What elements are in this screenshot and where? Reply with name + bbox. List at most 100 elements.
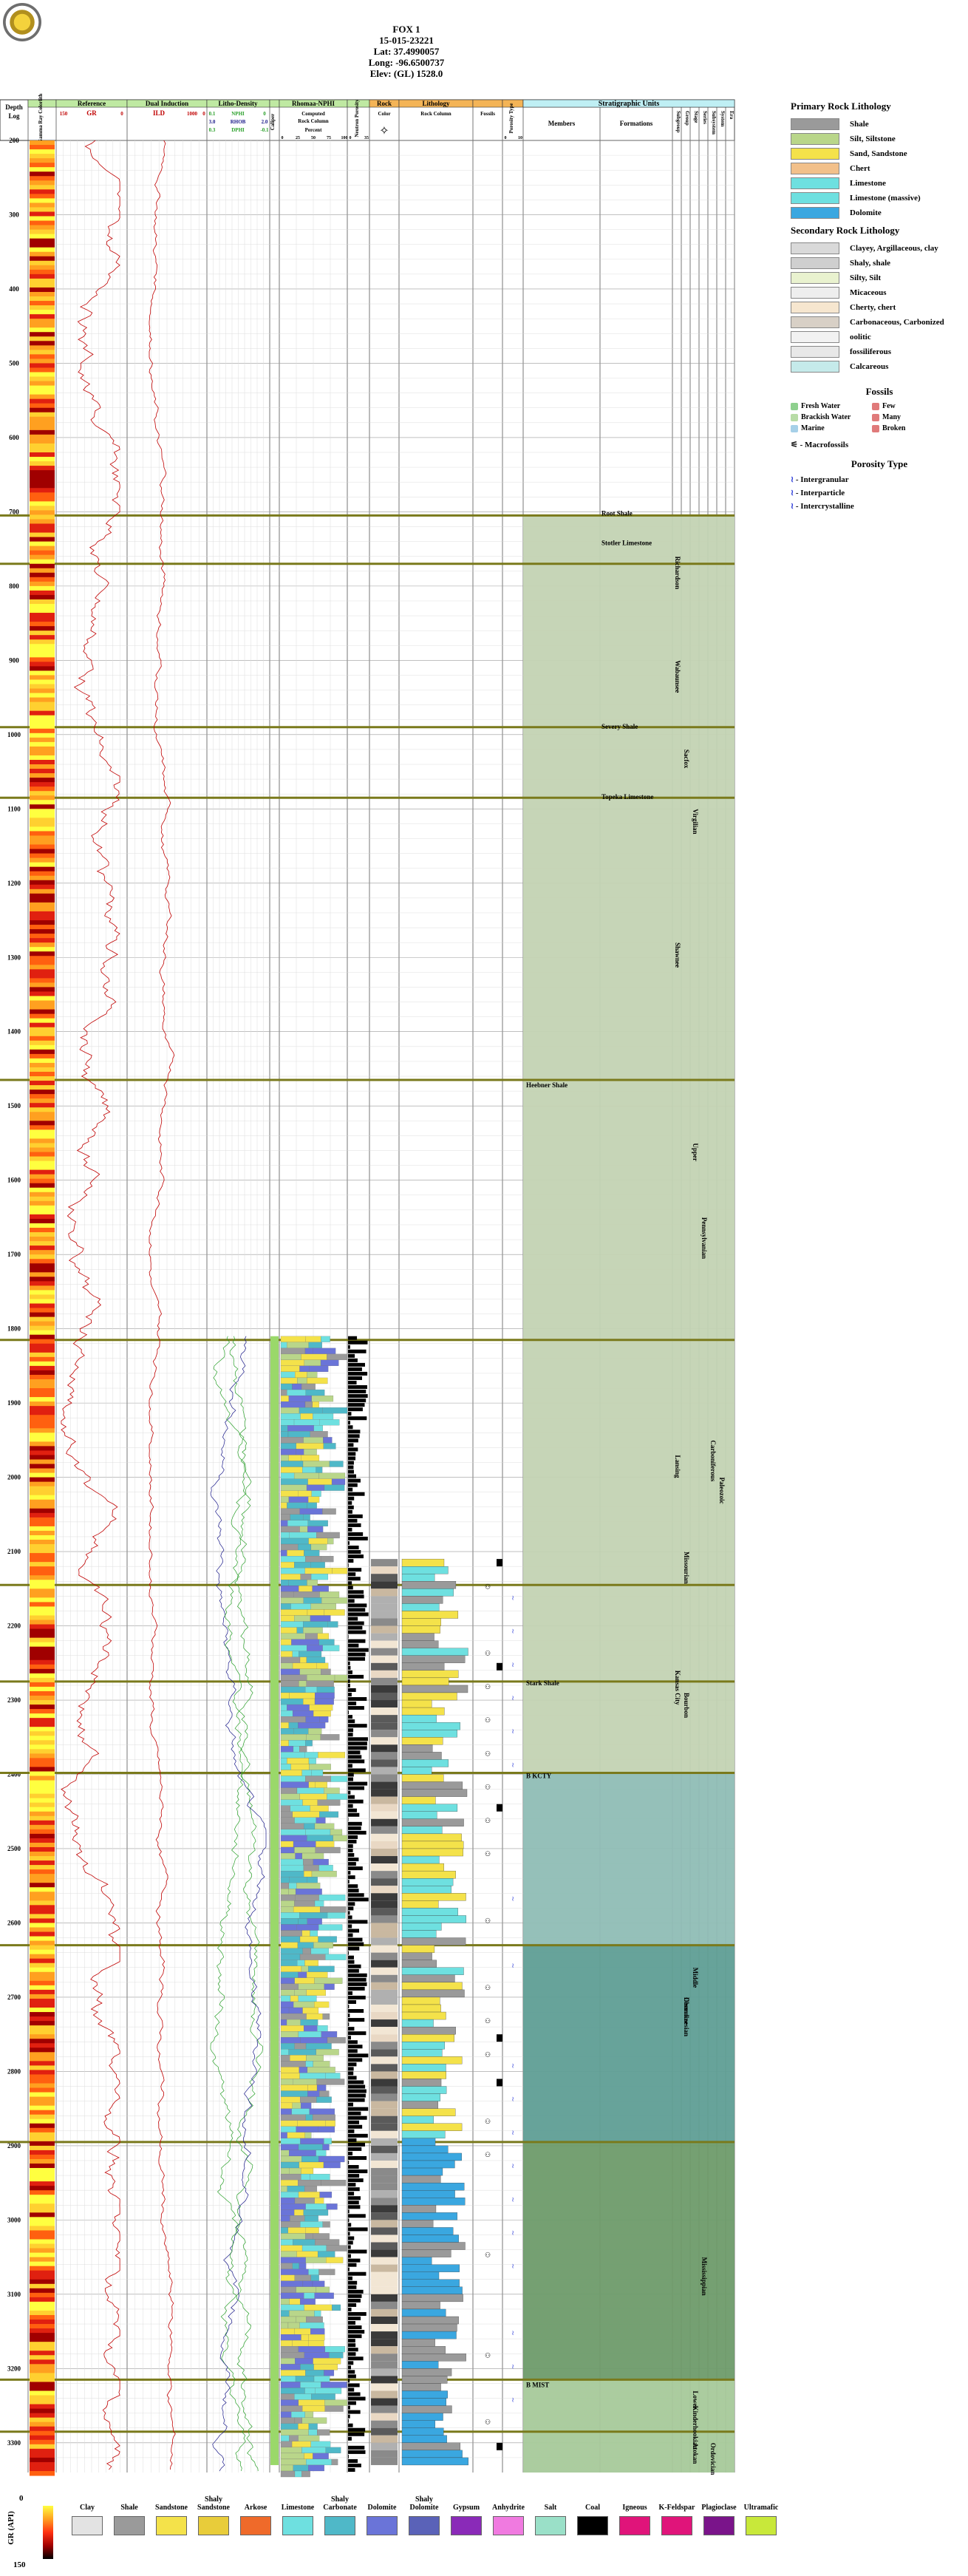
rhomaa-rock-segment: [280, 1710, 293, 1717]
gamma-colorlith-band: [30, 1526, 55, 1532]
rhomaa-rock-segment: [280, 2263, 293, 2269]
porosity-tick-max: 10: [518, 136, 522, 140]
neutron-porosity-bar: [348, 2107, 369, 2111]
porosity-list: ≀ - Intergranular ≀ - Interparticle ≀ - In…: [791, 475, 968, 514]
gamma-colorlith-band: [30, 809, 55, 814]
gamma-colorlith-band: [30, 1909, 55, 1914]
neutron-porosity-bar: [348, 2311, 367, 2316]
neutron-porosity-bar: [348, 2458, 358, 2463]
rhomaa-rock-segment: [280, 1383, 293, 1390]
rock-color-band: [371, 2064, 398, 2072]
legend-label: Chert: [850, 164, 870, 173]
neutron-porosity-bar: [348, 2348, 358, 2352]
gamma-colorlith-band: [30, 635, 55, 640]
neutron-porosity-bar: [348, 1536, 368, 1541]
legend-row: Clayey, Argillaceous, clay: [791, 241, 968, 256]
lithology-band: [401, 1796, 436, 1804]
rhomaa-rock-segment: [280, 2334, 301, 2341]
neutron-porosity-bar: [348, 1764, 352, 1768]
rhomaa-rock-segment: [287, 1342, 309, 1348]
gamma-colorlith-band: [30, 603, 55, 609]
bottom-legend-label: Clay: [80, 2504, 95, 2512]
rhomaa-rock-segment: [313, 2376, 330, 2382]
bottom-legend-swatch: [324, 2516, 355, 2535]
gamma-colorlith-band: [30, 875, 55, 881]
rhomaa-rock-segment: [280, 1526, 300, 1533]
neutron-porosity-bar: [348, 2058, 363, 2062]
rhomaa-rock-segment: [280, 1639, 292, 1645]
neutron-porosity-bar: [348, 1889, 359, 1893]
rhomaa-rock-segment: [280, 1889, 289, 1895]
rhomaa-rock-segment: [303, 2209, 329, 2216]
neutron-porosity-bar: [348, 1871, 351, 1875]
neutron-porosity-bar: [348, 1702, 357, 1706]
rock-color-band: [371, 1759, 398, 1767]
rhomaa-rock-segment: [309, 1704, 333, 1711]
gamma-colorlith-band: [30, 920, 55, 925]
gamma-colorlith-band: [30, 336, 55, 341]
gamma-colorlith-band: [30, 1116, 55, 1121]
gamma-colorlith-band: [30, 2422, 55, 2427]
lithology-band: [401, 1730, 457, 1738]
rhomaa-rock-segment: [293, 1472, 320, 1479]
gamma-colorlith-band: [30, 1780, 55, 1786]
gamma-colorlith-band: [30, 506, 55, 511]
neutron-porosity-bar: [348, 1928, 360, 1933]
rock-color-band: [371, 2249, 398, 2257]
rhomaa-rock-segment: [280, 1775, 306, 1782]
macrofossil-icon: ⚟: [791, 441, 798, 449]
well-marker: [497, 1559, 502, 1567]
gamma-colorlith-band: [30, 965, 55, 970]
lithology-band: [401, 2049, 443, 2057]
porosity-symbol: ≀: [511, 2162, 514, 2169]
gamma-colorlith-band: [30, 1433, 55, 1438]
gamma-colorlith-band: [30, 296, 55, 302]
rhomaa-rock-segment: [327, 2037, 346, 2044]
fossil-label: Fresh Water: [801, 402, 841, 410]
neutron-porosity-bar: [348, 1733, 353, 1737]
gamma-colorlith-band: [30, 180, 55, 186]
fossil-icon: [872, 413, 879, 421]
gamma-colorlith-band: [30, 613, 55, 618]
gamma-colorlith-band: [30, 835, 55, 840]
neutron-porosity-bar: [348, 1541, 350, 1546]
rhomaa-rock-segment: [306, 1484, 325, 1491]
rock-color-band: [371, 1737, 398, 1745]
lithology-band: [401, 2130, 446, 2139]
depth-tick-label: 2300: [7, 1696, 21, 1704]
gamma-colorlith-band: [30, 960, 55, 965]
legend-label: Cherty, chert: [850, 303, 896, 312]
depth-header-label: Depth: [5, 103, 23, 111]
gamma-colorlith-band: [30, 2355, 55, 2360]
legend-label: Shale: [850, 120, 869, 129]
neutron-porosity-bar: [348, 2071, 354, 2076]
rock-color-band: [371, 1960, 398, 1968]
gamma-colorlith-band: [30, 528, 55, 534]
rock-color-band: [371, 2101, 398, 2109]
rhomaa-rock-segment: [311, 1871, 337, 1877]
legend-row: Calcareous: [791, 359, 968, 374]
gamma-colorlith-band: [30, 1718, 55, 1723]
rhomaa-rock-segment: [280, 1877, 290, 1883]
rock-color-band: [371, 2152, 398, 2161]
rhomaa-rock-segment: [280, 1568, 305, 1574]
rhomaa-rock-segment: [298, 2346, 325, 2353]
depth-tick-label: 200: [9, 137, 19, 144]
neutron-porosity-bar: [348, 2009, 364, 2013]
rhomaa-rock-segment: [286, 2019, 301, 2026]
neutron-porosity-bar: [348, 2303, 357, 2307]
rhomaa-rock-segment: [280, 1716, 306, 1723]
rhomaa-rock-segment: [311, 2393, 335, 2400]
rhomaa-rock-segment: [299, 2073, 326, 2079]
neutron-porosity-bar: [348, 2196, 361, 2201]
gamma-colorlith-band: [30, 345, 55, 350]
depth-tick-label: 1600: [7, 1177, 21, 1184]
rock-color-band: [371, 1715, 398, 1723]
macrofossil-symbol: ⚇: [485, 2151, 491, 2158]
gamma-colorlith-band: [30, 880, 55, 886]
gamma-colorlith-band: [30, 2351, 55, 2356]
rhomaa-rock-segment: [310, 2441, 331, 2447]
neutron-porosity-bar: [348, 1946, 360, 1951]
gamma-colorlith-band: [30, 332, 55, 337]
rhomaa-rock-segment: [304, 1752, 318, 1758]
